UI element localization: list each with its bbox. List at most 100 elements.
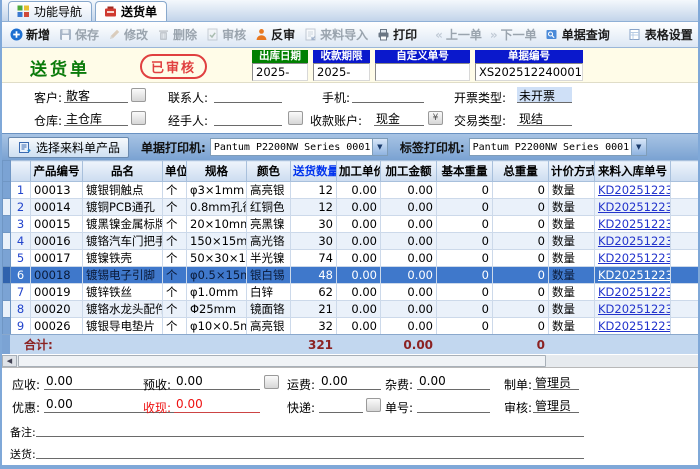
scroll-thumb[interactable] <box>18 355 546 367</box>
unaudit-button[interactable]: 反审 <box>250 24 299 45</box>
column-header[interactable]: 加工单价 <box>337 161 381 182</box>
print-button[interactable]: 打印 <box>372 24 421 45</box>
doc-printer-label: 单据打印机: <box>141 139 206 156</box>
cell: φ0.5×15mm <box>187 267 247 284</box>
custom-no-value[interactable] <box>375 63 470 81</box>
column-header[interactable]: 基本重量 <box>437 161 493 182</box>
material-inbound-link[interactable]: KD202512230001 <box>595 301 671 318</box>
table-row[interactable]: 100013镀银铜触点个φ3×1mm高亮银120.000.0000数量KD202… <box>3 182 699 199</box>
audit-button[interactable]: 审核 <box>201 24 250 45</box>
freight-label: 运费: <box>287 376 315 393</box>
payment-deadline-field: 收款期限 2025-12-24 <box>313 50 370 81</box>
currency-button[interactable]: ¥ <box>428 111 443 125</box>
doc-no-field: 单据编号 XS202512240001 <box>475 50 583 81</box>
material-inbound-link[interactable]: KD202512230001 <box>595 182 671 199</box>
misc-fee-input[interactable]: 0.00 <box>417 374 490 390</box>
cell: 数量 <box>549 301 595 318</box>
cell: 高亮银 <box>247 182 291 199</box>
next-doc-button[interactable]: » 下一单 <box>486 24 541 45</box>
customer-input[interactable]: 散客 <box>64 87 128 103</box>
cell: 镜面铬 <box>247 301 291 318</box>
column-header[interactable]: 来料入库单号 <box>595 161 671 182</box>
cell: 0.00 <box>381 267 437 284</box>
cell: 20×10mm <box>187 216 247 233</box>
doc-printer-select[interactable]: Pantum P2200NW Series 0001 ▼ <box>210 138 388 156</box>
column-header[interactable]: 单位 <box>163 161 187 182</box>
chevron-down-icon[interactable]: ▼ <box>631 139 646 155</box>
table-row[interactable]: 200014镀铜PCB通孔个0.8mm孔径红铜色120.000.0000数量KD… <box>3 199 699 216</box>
save-button[interactable]: 保存 <box>54 24 103 45</box>
table-row[interactable]: 300015镀黑镍金属标牌个20×10mm亮黑镍300.000.0000数量KD… <box>3 216 699 233</box>
footer: 应收: 0.00 预收: 0.00 运费: 0.00 杂费: 0.00 制单: … <box>2 367 698 465</box>
invoice-type-input[interactable]: 未开票 <box>517 87 572 103</box>
payment-deadline-value[interactable]: 2025-12-24 <box>313 63 370 81</box>
account-input[interactable]: 现金 <box>374 110 424 126</box>
outbound-date-value[interactable]: 2025-12-24 <box>252 63 308 81</box>
doc-query-button[interactable]: 单据查询 <box>541 24 614 45</box>
edit-button[interactable]: 修改 <box>103 24 152 45</box>
table-row[interactable]: 500017镀镍铁壳个50×30×10mm半光镍740.000.0000数量KD… <box>3 250 699 267</box>
warehouse-lookup-button[interactable] <box>131 111 146 125</box>
chevron-down-icon[interactable]: ▼ <box>372 139 387 155</box>
material-inbound-link[interactable]: KD202512230001 <box>595 250 671 267</box>
horizontal-scrollbar[interactable]: ◀ <box>2 354 698 367</box>
prepaid-input[interactable]: 0.00 <box>174 374 260 390</box>
material-inbound-link[interactable]: KD202512230001 <box>595 216 671 233</box>
scroll-left-button[interactable]: ◀ <box>2 355 17 367</box>
material-inbound-link[interactable]: KD202512230001 <box>595 267 671 284</box>
prev-doc-button[interactable]: « 上一单 <box>431 24 486 45</box>
mobile-input[interactable] <box>352 87 424 103</box>
column-header[interactable]: 产品编号 <box>31 161 83 182</box>
column-header[interactable]: 送货数量 <box>291 161 337 182</box>
tracking-checkbox[interactable] <box>366 398 381 412</box>
prepaid-button[interactable] <box>264 375 279 389</box>
material-inbound-link[interactable]: KD202512230001 <box>595 284 671 301</box>
material-import-button[interactable]: 来料导入 <box>299 24 372 45</box>
tab-function-nav[interactable]: 功能导航 <box>8 1 92 21</box>
table-row[interactable]: 800020镀铬水龙头配件个Φ25mm镜面铬210.000.0000数量KD20… <box>3 301 699 318</box>
column-header[interactable]: 计价方式 <box>549 161 595 182</box>
cell: 21 <box>291 301 337 318</box>
tab-delivery-note[interactable]: 送货单 <box>95 1 167 21</box>
cell: 0.00 <box>381 182 437 199</box>
cell: 个 <box>163 216 187 233</box>
row-indicator <box>3 301 11 318</box>
remark-input[interactable] <box>36 421 584 437</box>
cell: 数量 <box>549 250 595 267</box>
label-printer-select[interactable]: Pantum P2200NW Series 0001 ▼ <box>469 138 647 156</box>
remark-label: 备注: <box>10 424 36 440</box>
table-settings-button[interactable]: 表格设置 <box>624 24 697 45</box>
doc-no-value[interactable]: XS202512240001 <box>475 63 583 81</box>
customer-lookup-button[interactable] <box>131 88 146 102</box>
material-inbound-link[interactable]: KD202512230001 <box>595 318 671 335</box>
warehouse-input[interactable]: 主仓库 <box>64 110 128 126</box>
column-header[interactable]: 品名 <box>83 161 163 182</box>
handler-input[interactable] <box>214 110 282 126</box>
new-button[interactable]: 新增 <box>5 24 54 45</box>
table-settings-button-label: 表格设置 <box>645 26 693 43</box>
cash-received-input[interactable]: 0.00 <box>174 397 260 413</box>
freight-input[interactable]: 0.00 <box>319 374 381 390</box>
select-material-products-button[interactable]: 选择来料单产品 <box>8 137 129 158</box>
table-row[interactable]: 700019镀锌铁丝个φ1.0mm白锌620.000.0000数量KD20251… <box>3 284 699 301</box>
tracking-no-input[interactable] <box>417 397 490 413</box>
table-row[interactable]: 600018镀锡电子引脚个φ0.5×15mm银白锡480.000.0000数量K… <box>3 267 699 284</box>
cell: 数量 <box>549 216 595 233</box>
table-row[interactable]: 900026镀银导电垫片个φ10×0.5mm高亮银320.000.0000数量K… <box>3 318 699 335</box>
cell: 0 <box>437 318 493 335</box>
table-row[interactable]: 400016镀铬汽车门把手个150×15mm高光铬300.000.0000数量K… <box>3 233 699 250</box>
handler-lookup-button[interactable] <box>288 111 303 125</box>
delete-button[interactable]: 删除 <box>152 24 201 45</box>
warehouse-label: 仓库: <box>34 112 62 129</box>
delivery-input[interactable] <box>36 443 584 459</box>
express-input[interactable] <box>319 397 363 413</box>
column-header[interactable]: 颜色 <box>247 161 291 182</box>
material-inbound-link[interactable]: KD202512230001 <box>595 199 671 216</box>
material-inbound-link[interactable]: KD202512230001 <box>595 233 671 250</box>
row-indicator-header <box>3 161 11 182</box>
contact-input[interactable] <box>214 87 282 103</box>
column-header[interactable]: 规格 <box>187 161 247 182</box>
column-header[interactable]: 加工金额 <box>381 161 437 182</box>
column-header[interactable]: 总重量 <box>493 161 549 182</box>
trade-type-input[interactable]: 现结 <box>517 110 572 126</box>
